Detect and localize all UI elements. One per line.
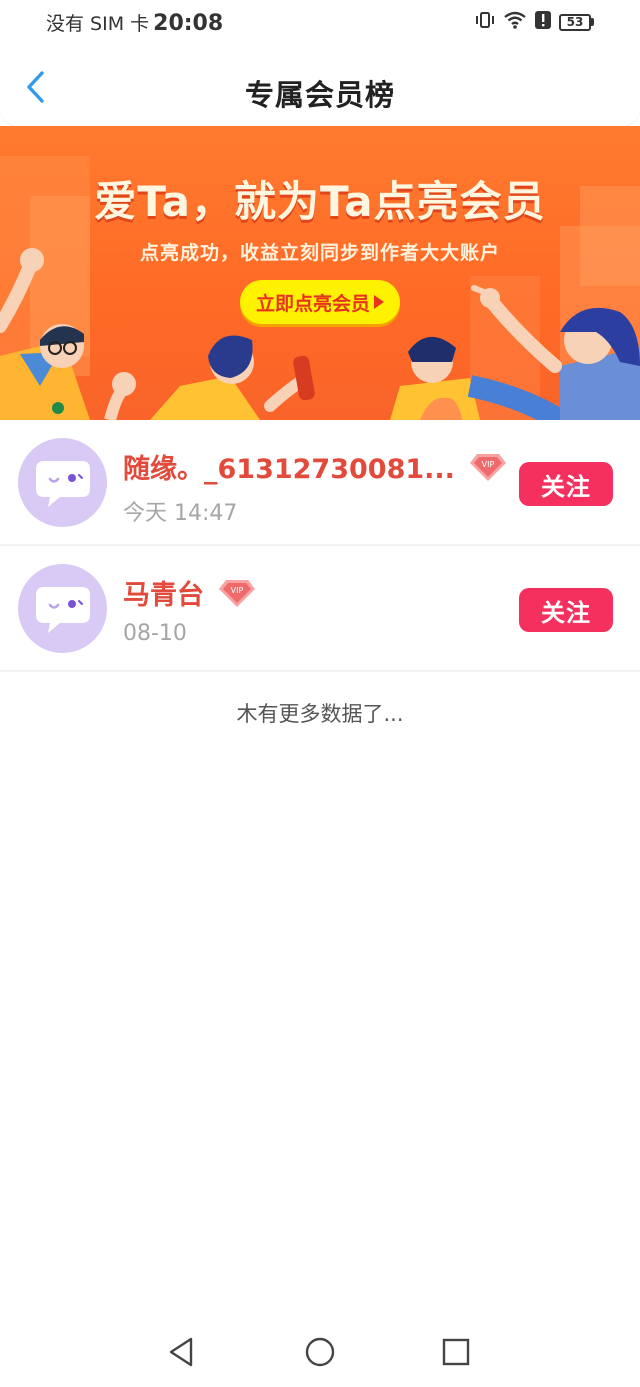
home-circle-icon: [305, 1337, 335, 1367]
chat-bubble-avatar-icon: [35, 460, 90, 507]
chat-bubble-avatar-icon: [35, 586, 90, 633]
list-item[interactable]: 随缘。_61312730081... VIP 今天 14:47 关注: [0, 420, 640, 546]
play-arrow-icon: [374, 295, 384, 309]
nav-home-button[interactable]: [300, 1332, 340, 1372]
avatar[interactable]: [18, 564, 107, 653]
svg-text:VIP: VIP: [231, 586, 244, 595]
join-time: 今天 14:47: [123, 501, 238, 526]
user-name[interactable]: 马青台: [123, 573, 204, 612]
page-title: 专属会员榜: [244, 78, 395, 112]
clock: 20:08: [153, 10, 224, 36]
member-list: 随缘。_61312730081... VIP 今天 14:47 关注 马青台 V…: [0, 420, 640, 672]
list-item[interactable]: 马青台 VIP 08-10 关注: [0, 546, 640, 672]
banner-subtitle: 点亮成功，收益立刻同步到作者大大账户: [139, 242, 500, 264]
join-time: 08-10: [123, 621, 187, 646]
status-left: 没有 SIM 卡 20:08: [46, 9, 223, 36]
user-name[interactable]: 随缘。_61312730081...: [123, 447, 455, 486]
nav-back-button[interactable]: [162, 1332, 202, 1372]
promo-banner[interactable]: 爱Ta，就为Ta点亮会员 点亮成功，收益立刻同步到作者大大账户 立即点亮会员: [0, 126, 640, 420]
back-triangle-icon: [169, 1337, 193, 1367]
vip-diamond-icon: VIP: [219, 579, 255, 607]
vip-diamond-icon: VIP: [469, 453, 506, 481]
user-name-row: 马青台 VIP: [123, 573, 256, 612]
system-nav-bar: [0, 1316, 640, 1387]
avatar[interactable]: [18, 438, 107, 527]
recents-square-icon: [442, 1338, 470, 1366]
cta-label: 立即点亮会员: [255, 292, 370, 315]
carrier-text: 没有 SIM 卡: [46, 12, 150, 35]
app-header: 专属会员榜: [0, 44, 640, 126]
banner-title: 爱Ta，就为Ta点亮会员: [94, 177, 546, 226]
battery-level: 53: [559, 13, 591, 31]
svg-text:VIP: VIP: [482, 460, 495, 469]
light-up-vip-button[interactable]: 立即点亮会员: [240, 280, 400, 324]
status-bar: 没有 SIM 卡 20:08 53: [0, 0, 640, 44]
follow-button[interactable]: 关注: [519, 462, 613, 506]
follow-button[interactable]: 关注: [519, 588, 613, 632]
user-name-row: 随缘。_61312730081... VIP: [123, 447, 507, 486]
vibrate-icon: [475, 10, 495, 35]
battery-icon: 53: [559, 13, 594, 31]
nav-recents-button[interactable]: [436, 1332, 476, 1372]
wifi-icon: [503, 10, 527, 35]
status-icons: 53: [475, 10, 594, 35]
no-more-data-text: 木有更多数据了...: [236, 702, 404, 726]
alert-icon: [535, 10, 551, 35]
